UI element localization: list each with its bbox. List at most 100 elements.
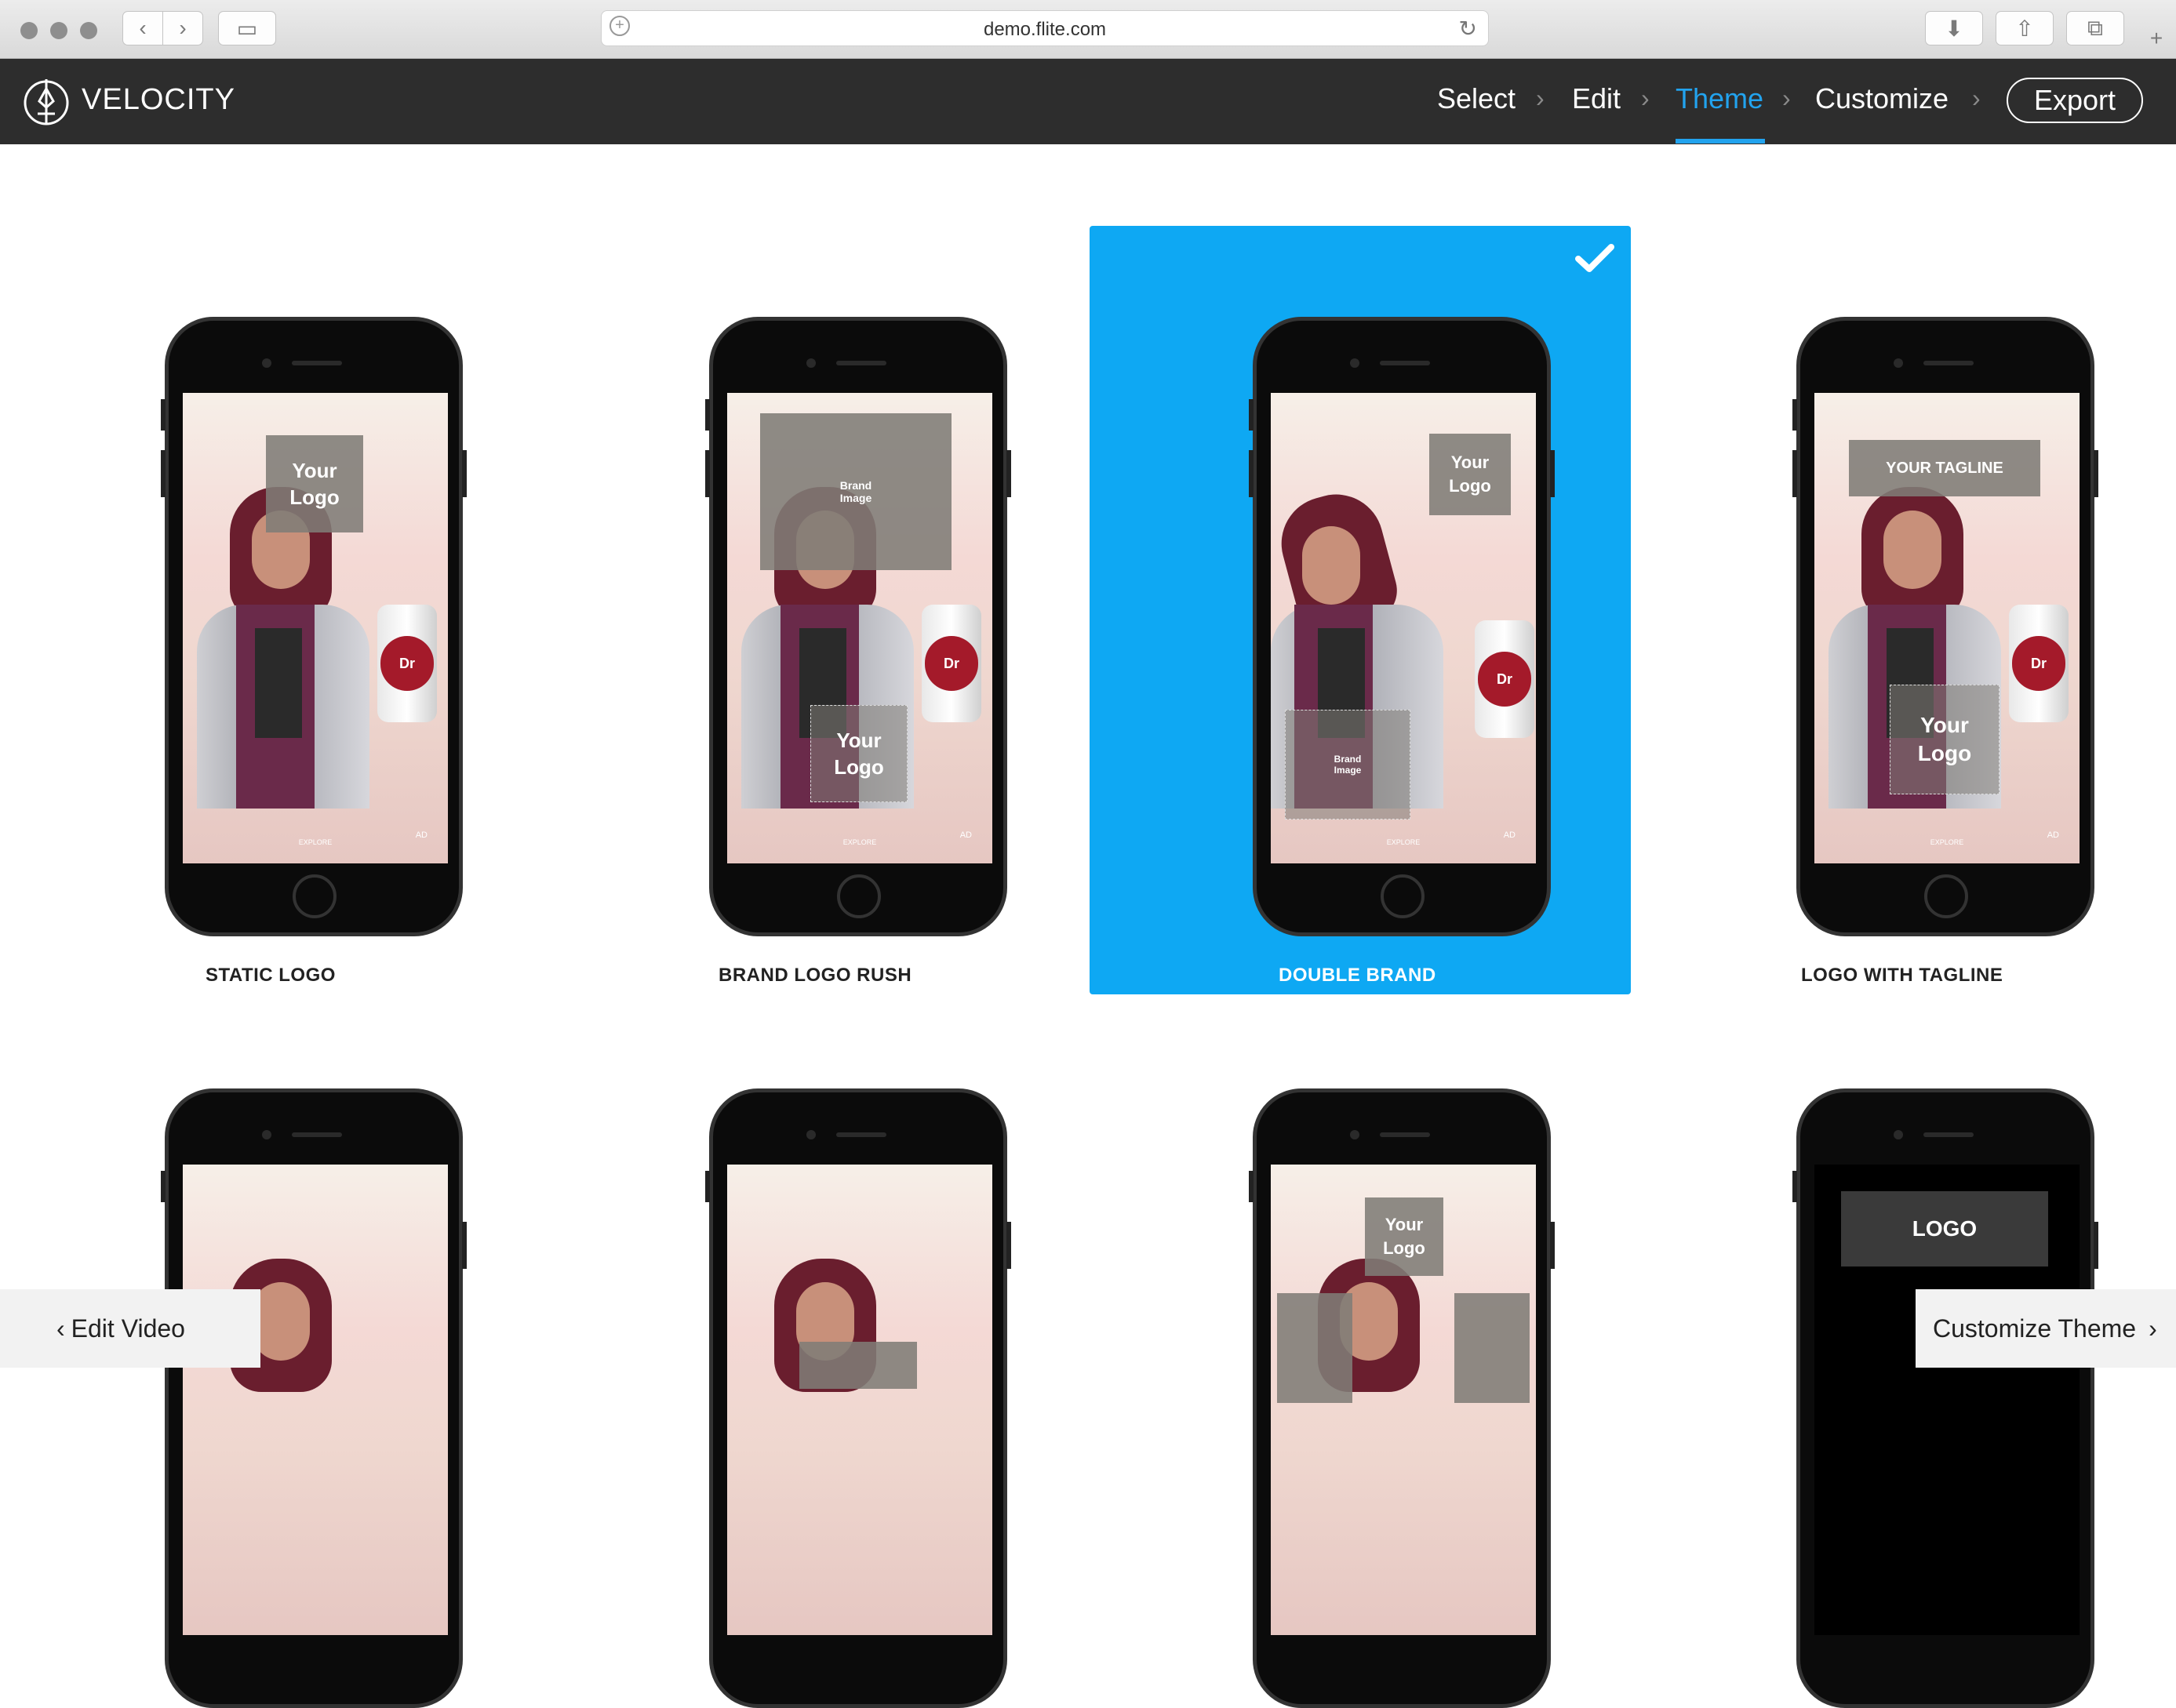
phone-camera (1350, 1130, 1359, 1139)
theme-name: LOGO WITH TAGLINE (1801, 965, 2003, 986)
phone-speaker (1380, 1132, 1430, 1137)
reload-icon[interactable]: ↻ (1459, 16, 1477, 42)
customize-theme-button[interactable]: Customize Theme › (1916, 1289, 2176, 1368)
phone-side-button (705, 1171, 710, 1202)
phone-home-button (1381, 874, 1425, 918)
chevron-right-icon: › (1641, 84, 1650, 112)
phone-speaker (1923, 361, 1974, 365)
edit-video-button[interactable]: ‹ Edit Video (0, 1289, 260, 1368)
app-header: VELOCITY Select › Edit › Theme › Customi… (0, 59, 2176, 144)
ad-label: AD (2047, 830, 2059, 840)
phone-side-button (462, 450, 467, 497)
ad-label: AD (415, 830, 428, 840)
phone-speaker (836, 361, 886, 365)
browser-toolbar: ‹ › ▭ + demo.flite.com ↻ ⬇ ⇧ ⧉ + (0, 0, 2176, 59)
phone-camera (262, 1130, 271, 1139)
video-frame-figure (252, 1282, 310, 1361)
export-button[interactable]: Export (2007, 78, 2143, 123)
chevron-left-icon: ‹ (139, 16, 147, 40)
theme-card[interactable] (705, 1088, 1011, 1708)
tabs-icon: ⧉ (2087, 15, 2103, 40)
velocity-logo-icon (24, 79, 69, 125)
soda-can-label: Dr (925, 636, 978, 691)
logo-placeholder: Your Logo (1890, 685, 2000, 794)
video-frame-figure (1302, 526, 1360, 605)
soda-can-image: Dr (377, 605, 437, 722)
chevron-right-icon: › (1972, 84, 1981, 112)
phone-home-button (293, 874, 337, 918)
phone-speaker (1923, 1132, 1974, 1137)
theme-card-logo-with-tagline[interactable]: Dr YOUR TAGLINE Your Logo EXPLORE AD (1792, 317, 2098, 936)
brand-image-placeholder: Brand Image (1285, 710, 1410, 819)
theme-card-static-logo[interactable]: Dr Your Logo EXPLORE AD (161, 317, 467, 936)
ad-label: AD (1503, 830, 1516, 840)
soda-can-label: Dr (1478, 652, 1531, 707)
theme-card-brand-logo-rush[interactable]: Dr Brand Image Your Logo EXPLORE AD (705, 317, 1011, 936)
theme-card-double-brand[interactable]: Dr Your Logo Brand Image EXPLORE AD (1249, 317, 1555, 936)
phone-side-button (1792, 450, 1797, 497)
address-bar[interactable]: + demo.flite.com ↻ (601, 10, 1489, 46)
phone-speaker (292, 361, 342, 365)
close-window-button[interactable] (20, 22, 38, 39)
downloads-button[interactable]: ⬇ (1925, 11, 1983, 45)
edit-video-label: Edit Video (71, 1314, 185, 1343)
phone-camera (806, 1130, 816, 1139)
tagline-placeholder: YOUR TAGLINE (1849, 440, 2040, 496)
logo-placeholder: Your Logo (266, 435, 363, 532)
step-customize[interactable]: Customize (1815, 82, 1949, 115)
step-select[interactable]: Select (1437, 82, 1516, 115)
phone-side-button (1550, 450, 1555, 497)
phone-home-button (1924, 874, 1968, 918)
theme-name: BRAND LOGO RUSH (719, 965, 912, 986)
chevron-right-icon: › (1536, 84, 1545, 112)
brand-image-placeholder (1277, 1293, 1352, 1403)
soda-can-image: Dr (2009, 605, 2069, 722)
step-theme[interactable]: Theme (1676, 82, 1763, 115)
back-button[interactable]: ‹ (122, 11, 163, 45)
show-tabs-button[interactable]: ⧉ (2066, 11, 2124, 45)
logo-placeholder: Your Logo (1365, 1197, 1443, 1276)
phone-camera (1350, 358, 1359, 368)
theme-card[interactable]: Your Logo (1249, 1088, 1555, 1708)
phone-side-button (1249, 450, 1254, 497)
phone-side-button (705, 399, 710, 431)
sidebar-toggle-button[interactable]: ▭ (218, 11, 276, 45)
soda-can-image: Dr (1475, 620, 1534, 738)
chevron-right-icon: › (2149, 1314, 2157, 1343)
forward-button[interactable]: › (162, 11, 203, 45)
theme-card[interactable]: LOGO (1792, 1088, 2098, 1708)
phone-side-button (1006, 1222, 1011, 1269)
zoom-window-button[interactable] (80, 22, 97, 39)
app-brand-name: VELOCITY (82, 83, 235, 116)
phone-screen-preview: Dr YOUR TAGLINE Your Logo EXPLORE AD (1814, 393, 2080, 863)
explore-label: EXPLORE (298, 838, 333, 846)
phone-side-button (1792, 399, 1797, 431)
minimize-window-button[interactable] (50, 22, 67, 39)
phone-side-button (161, 450, 166, 497)
ad-label: AD (959, 830, 972, 840)
customize-theme-label: Customize Theme (1933, 1314, 2137, 1343)
share-button[interactable]: ⇧ (1996, 11, 2054, 45)
explore-label: EXPLORE (1386, 838, 1421, 846)
theme-card[interactable] (161, 1088, 467, 1708)
plus-icon: + (2149, 26, 2163, 50)
phone-screen-preview: Dr Your Logo Brand Image EXPLORE AD (1271, 393, 1536, 863)
new-tab-button[interactable]: + (2138, 20, 2174, 56)
logo-placeholder: Your Logo (1429, 434, 1511, 515)
soda-can-image: Dr (922, 605, 981, 722)
phone-camera (1894, 1130, 1903, 1139)
phone-side-button (2094, 450, 2098, 497)
video-frame-figure (255, 628, 302, 738)
chevron-right-icon: › (179, 16, 187, 40)
phone-screen-preview: Dr Brand Image Your Logo EXPLORE AD (727, 393, 992, 863)
chevron-left-icon: ‹ (56, 1314, 65, 1343)
explore-label: EXPLORE (842, 838, 877, 846)
brand-image-placeholder: Brand Image (760, 413, 952, 570)
step-edit[interactable]: Edit (1572, 82, 1621, 115)
video-frame-figure (1883, 511, 1941, 589)
phone-side-button (1792, 1171, 1797, 1202)
phone-side-button (705, 450, 710, 497)
chevron-right-icon: › (1782, 84, 1791, 112)
theme-name: STATIC LOGO (206, 965, 336, 986)
phone-side-button (1006, 450, 1011, 497)
